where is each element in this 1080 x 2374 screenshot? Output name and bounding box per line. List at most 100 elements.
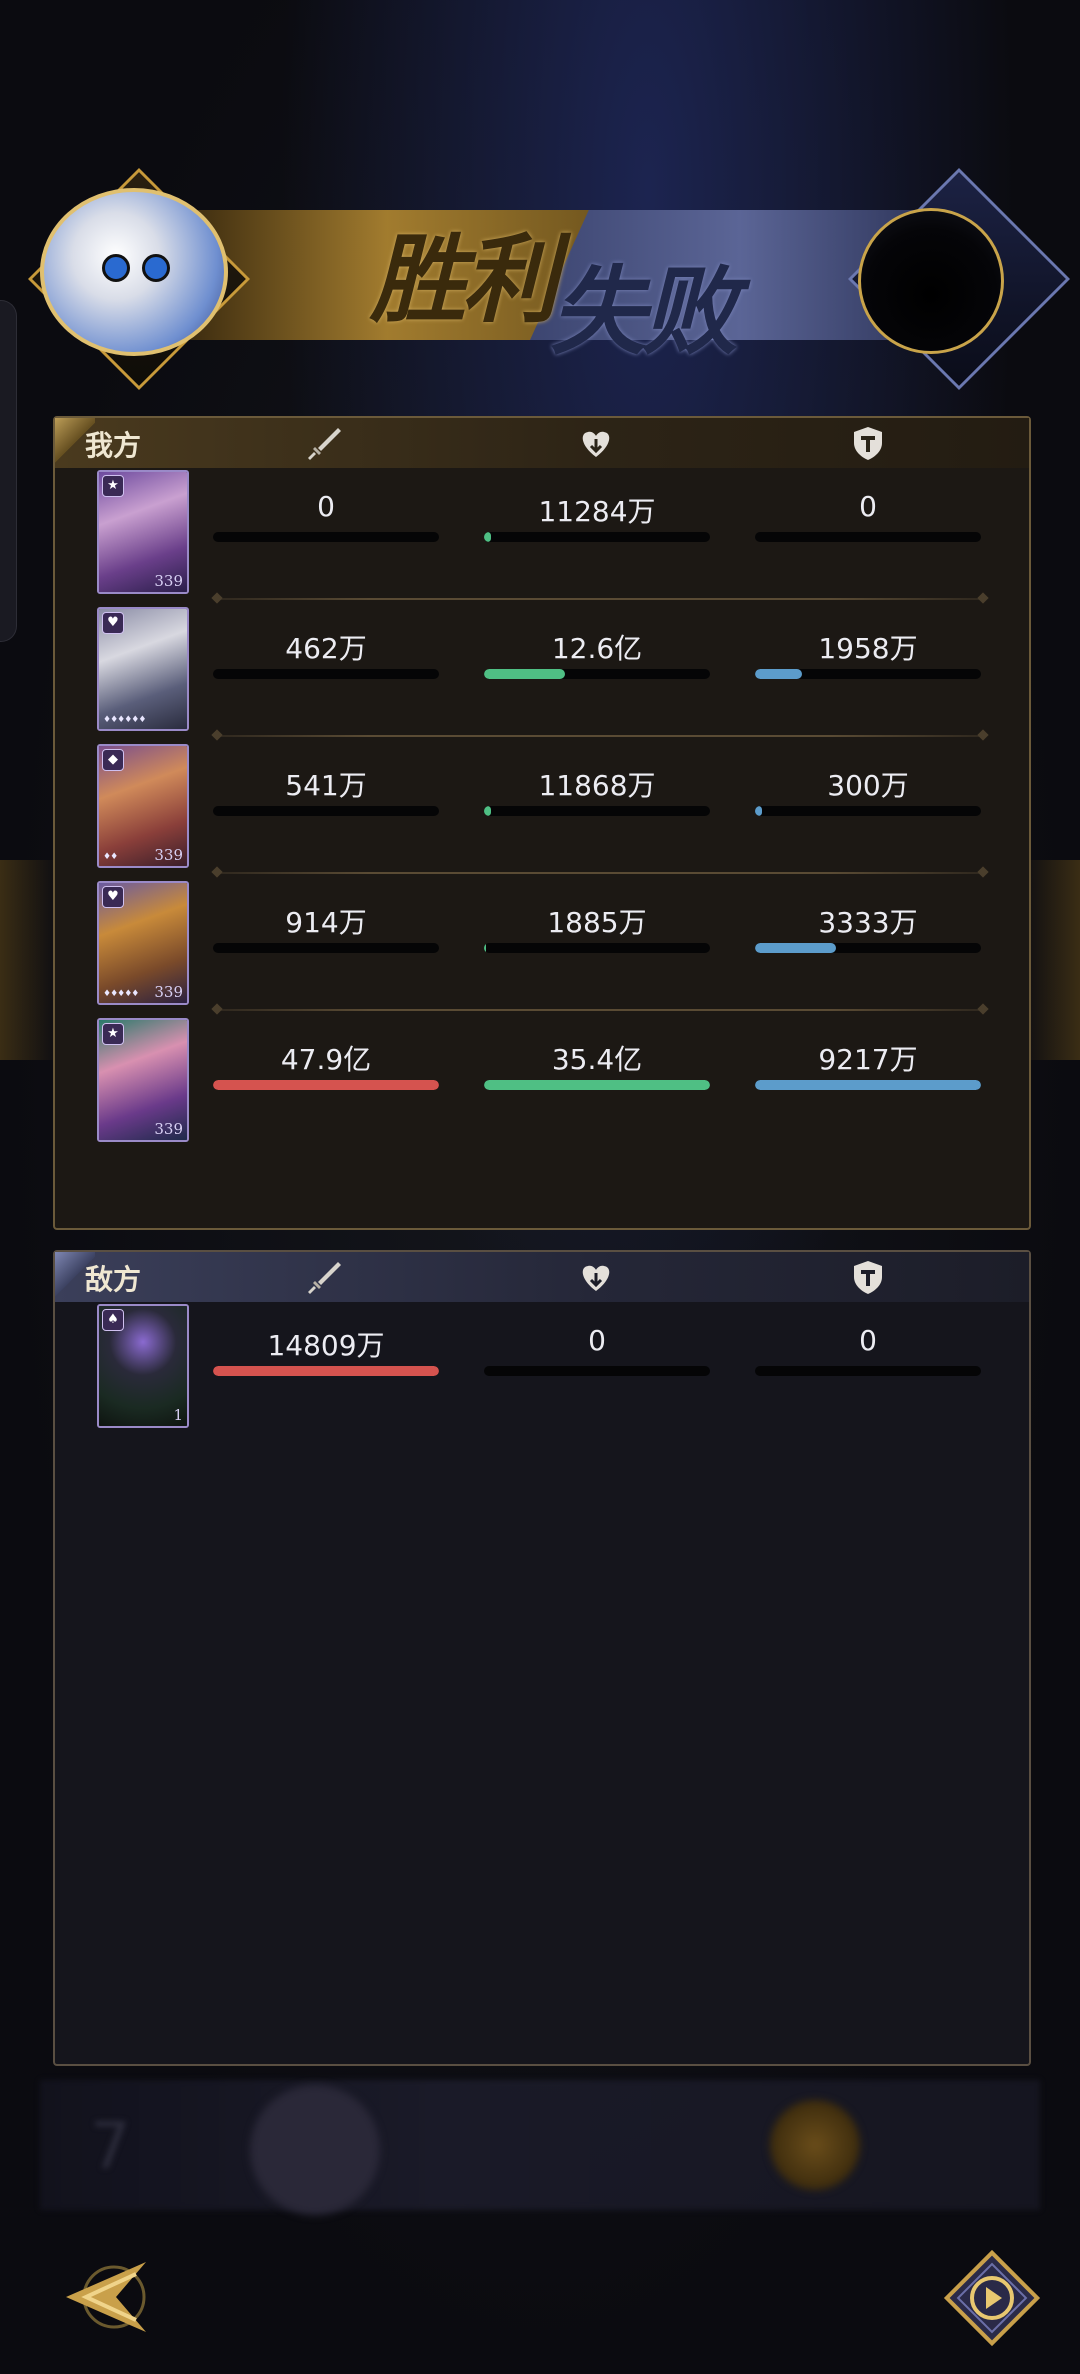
- avatar-eye-icon: [102, 254, 130, 282]
- hero-portrait-card[interactable]: ♠ 1: [97, 1304, 189, 1428]
- healing-bar-fill: [484, 806, 491, 816]
- damage-bar-fill: [213, 1080, 439, 1090]
- healing-value: 12.6亿: [551, 632, 643, 665]
- defense-value: 300万: [827, 769, 909, 802]
- healing-bar: [484, 943, 710, 953]
- our-hero-row: ★ 339 0 11284万 0: [55, 468, 1029, 604]
- hero-class-badge-icon: ◆: [102, 749, 124, 771]
- damage-bar: [213, 1080, 439, 1090]
- replay-play-icon[interactable]: [938, 2244, 1046, 2352]
- our-hero-row: ◆ ♦♦ 339 541万 11868万 300万: [55, 742, 1029, 878]
- hero-portrait-card[interactable]: ◆ ♦♦ 339: [97, 744, 189, 868]
- defense-stat: 300万: [755, 764, 981, 824]
- damage-value: 462万: [285, 632, 367, 665]
- damage-stat: 14809万: [213, 1324, 439, 1384]
- healing-value: 0: [588, 1324, 606, 1357]
- healing-value: 1885万: [547, 906, 647, 939]
- healing-bar-fill: [484, 532, 491, 542]
- healing-stat: 11284万: [484, 490, 710, 550]
- row-divider: [215, 1009, 985, 1011]
- hero-class-badge-icon: ♥: [102, 886, 124, 908]
- enemy-avatar[interactable]: [858, 208, 1004, 354]
- damage-stat: 541万: [213, 764, 439, 824]
- hero-portrait-card[interactable]: ♥ ♦♦♦♦♦ 339: [97, 881, 189, 1005]
- damage-value: 541万: [285, 769, 367, 802]
- our-team-title: 我方: [85, 429, 142, 462]
- healing-bar: [484, 669, 710, 679]
- defense-bar: [755, 943, 981, 953]
- healing-value: 11868万: [538, 769, 656, 802]
- sword-icon: [303, 1256, 347, 1298]
- hero-class-badge-icon: ★: [102, 1023, 124, 1045]
- heart-icon: [574, 1256, 618, 1298]
- damage-value: 47.9亿: [280, 1043, 372, 1076]
- heart-icon: [574, 422, 618, 464]
- damage-value: 914万: [285, 906, 367, 939]
- healing-bar-fill: [484, 943, 487, 953]
- defense-bar: [755, 806, 981, 816]
- hero-class-badge-icon: ★: [102, 475, 124, 497]
- hero-star-rank: ♦♦: [103, 852, 118, 862]
- healing-stat: 12.6亿: [484, 627, 710, 687]
- our-hero-row: ♥ ♦♦♦♦♦♦ 462万 12.6亿 1958万: [55, 605, 1029, 741]
- avatar-eye-icon: [142, 254, 170, 282]
- defense-bar: [755, 1080, 981, 1090]
- enemy-hero-row: ♠ 1 14809万 0 0: [55, 1302, 1029, 1438]
- hero-level: 339: [154, 846, 183, 864]
- defense-bar-fill: [755, 943, 837, 953]
- background-blurred-number: 7: [90, 2110, 131, 2184]
- row-divider: [215, 735, 985, 737]
- defense-stat: 0: [755, 1324, 981, 1384]
- row-divider: [215, 872, 985, 874]
- player-avatar[interactable]: [40, 188, 228, 356]
- hero-level: 339: [154, 1120, 183, 1138]
- healing-stat: 0: [484, 1324, 710, 1384]
- defense-value: 0: [859, 1324, 877, 1357]
- background-glow-left: [0, 860, 60, 1060]
- damage-bar: [213, 943, 439, 953]
- defense-bar-fill: [755, 806, 762, 816]
- our-team-panel: 我方 ★ 339 0 11284万 0 ♥ ♦♦♦♦♦♦ 462万 12.6亿 1958万 ◆ ♦♦ 3…: [53, 416, 1031, 1230]
- back-arrow-icon[interactable]: [56, 2252, 156, 2342]
- hero-portrait-card[interactable]: ♥ ♦♦♦♦♦♦: [97, 607, 189, 731]
- damage-bar: [213, 532, 439, 542]
- defense-value: 0: [859, 490, 877, 523]
- enemy-team-header: 敌方: [55, 1252, 1029, 1302]
- defense-stat: 1958万: [755, 627, 981, 687]
- result-banner: 胜利 失败: [28, 150, 1070, 390]
- our-hero-row: ♥ ♦♦♦♦♦ 339 914万 1885万 3333万: [55, 879, 1029, 1015]
- hero-level: 1: [173, 1406, 183, 1424]
- healing-bar-fill: [484, 1080, 710, 1090]
- side-pull-tab[interactable]: [0, 300, 17, 642]
- damage-stat: 914万: [213, 901, 439, 961]
- defense-value: 3333万: [818, 906, 918, 939]
- defense-stat: 9217万: [755, 1038, 981, 1098]
- shield-icon: [846, 422, 890, 464]
- damage-bar: [213, 1366, 439, 1376]
- background-blurred-emblem: [770, 2100, 860, 2190]
- damage-stat: 462万: [213, 627, 439, 687]
- shield-icon: [846, 1256, 890, 1298]
- defense-bar-fill: [755, 1080, 981, 1090]
- hero-portrait-card[interactable]: ★ 339: [97, 1018, 189, 1142]
- damage-value: 14809万: [267, 1329, 385, 1362]
- hero-portrait-card[interactable]: ★ 339: [97, 470, 189, 594]
- hero-class-badge-icon: ♠: [102, 1309, 124, 1331]
- defense-bar: [755, 1366, 981, 1376]
- defense-value: 9217万: [818, 1043, 918, 1076]
- defense-value: 1958万: [818, 632, 918, 665]
- row-divider: [215, 598, 985, 600]
- defense-bar: [755, 532, 981, 542]
- our-team-header: 我方: [55, 418, 1029, 468]
- defense-stat: 0: [755, 490, 981, 550]
- defense-bar: [755, 669, 981, 679]
- healing-value: 35.4亿: [551, 1043, 643, 1076]
- hero-star-rank: ♦♦♦♦♦♦: [103, 715, 146, 725]
- healing-bar: [484, 806, 710, 816]
- damage-bar: [213, 669, 439, 679]
- background-blurred-bar: [40, 2080, 1040, 2210]
- healing-value: 11284万: [538, 495, 656, 528]
- damage-bar: [213, 806, 439, 816]
- damage-stat: 0: [213, 490, 439, 550]
- defense-stat: 3333万: [755, 901, 981, 961]
